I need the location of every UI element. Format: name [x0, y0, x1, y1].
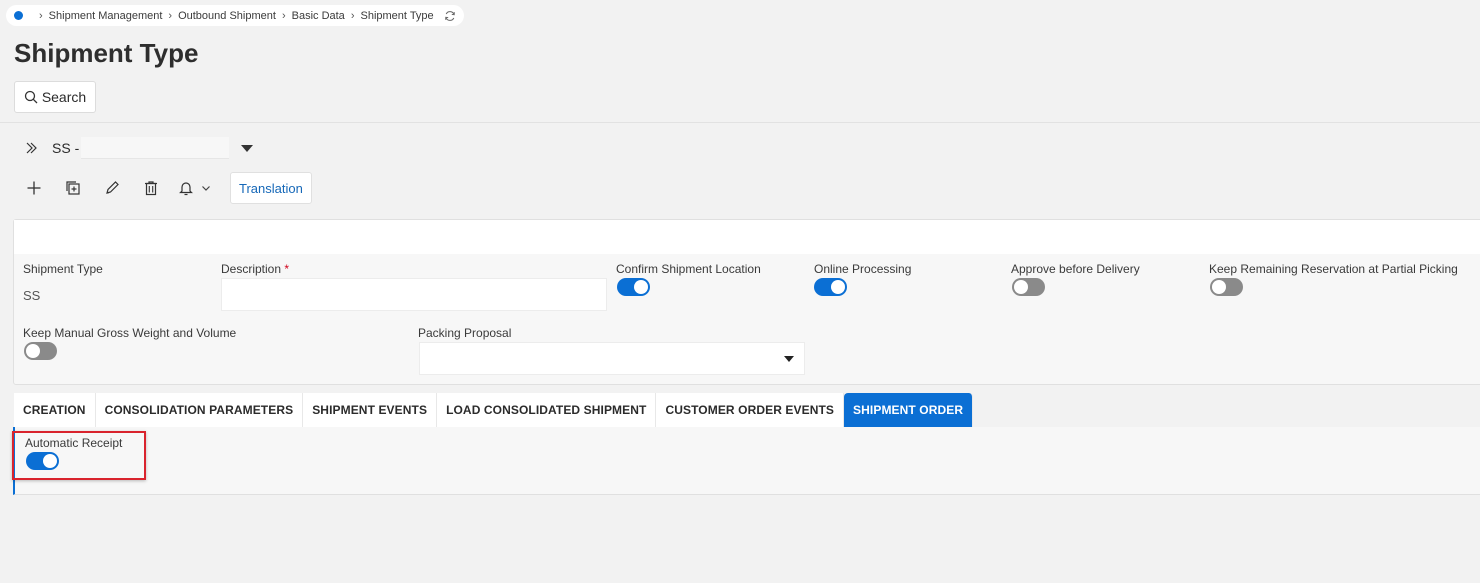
highlight-annotation [12, 431, 146, 480]
refresh-icon[interactable] [444, 10, 456, 22]
breadcrumb: › Shipment Management › Outbound Shipmen… [6, 5, 464, 26]
description-input[interactable] [221, 278, 607, 311]
page-title: Shipment Type [14, 38, 199, 68]
chevron-right-icon: › [39, 9, 43, 22]
translation-button[interactable]: Translation [230, 172, 312, 204]
duplicate-button[interactable] [61, 176, 85, 200]
keep-manual-gross-weight-toggle[interactable] [24, 342, 57, 360]
toggle-knob [1212, 280, 1226, 294]
duplicate-icon [66, 181, 80, 195]
command-toolbar: Translation [22, 172, 312, 204]
card-header [14, 220, 1480, 254]
search-icon [24, 90, 38, 104]
confirm-shipment-location-label: Confirm Shipment Location [616, 262, 761, 276]
chevron-down-icon [202, 186, 210, 191]
breadcrumb-item-basic-data[interactable]: Basic Data [292, 10, 345, 22]
online-processing-label: Online Processing [814, 262, 912, 276]
tab-consolidation-parameters[interactable]: CONSOLIDATION PARAMETERS [95, 393, 304, 427]
plus-icon [27, 181, 41, 195]
tab-creation[interactable]: CREATION [14, 393, 96, 427]
confirm-shipment-location-toggle[interactable] [617, 278, 650, 296]
double-chevron-right-icon[interactable] [24, 141, 38, 155]
keep-manual-gross-weight-label: Keep Manual Gross Weight and Volume [23, 326, 237, 340]
packing-proposal-label: Packing Proposal [418, 326, 512, 340]
toggle-knob [831, 280, 845, 294]
chevron-right-icon: › [168, 9, 173, 22]
notifications-button[interactable] [178, 180, 212, 196]
detail-tabs: CREATION CONSOLIDATION PARAMETERS SHIPME… [14, 393, 974, 427]
approve-before-delivery-toggle[interactable] [1012, 278, 1045, 296]
record-description [81, 137, 230, 159]
pencil-icon [106, 181, 119, 194]
breadcrumb-item-outbound-shipment[interactable]: Outbound Shipment [178, 10, 276, 22]
tab-load-consolidated-shipment[interactable]: LOAD CONSOLIDATED SHIPMENT [437, 393, 657, 427]
shipment-order-panel: Automatic Receipt [13, 427, 1480, 495]
chevron-right-icon: › [281, 9, 286, 22]
shipment-type-value: SS [23, 288, 41, 303]
record-selector: SS - [24, 136, 254, 160]
keep-remaining-reservation-label: Keep Remaining Reservation at Partial Pi… [1209, 262, 1458, 276]
tab-shipment-events[interactable]: SHIPMENT EVENTS [303, 393, 438, 427]
trash-icon [145, 181, 157, 196]
breadcrumb-item-shipment-type: Shipment Type [360, 9, 434, 22]
breadcrumb-item-shipment-management[interactable]: Shipment Management [49, 10, 163, 22]
search-button-label: Search [41, 89, 87, 105]
caret-down-icon [784, 356, 794, 362]
packing-proposal-select[interactable] [419, 342, 805, 375]
toggle-knob [26, 344, 40, 358]
tab-shipment-order[interactable]: SHIPMENT ORDER [844, 393, 974, 427]
divider [0, 122, 1480, 123]
shipment-type-label: Shipment Type [23, 262, 103, 276]
home-icon[interactable] [14, 11, 23, 20]
toggle-knob [634, 280, 648, 294]
keep-remaining-reservation-toggle[interactable] [1210, 278, 1243, 296]
record-id: SS - [52, 140, 80, 156]
delete-button[interactable] [139, 176, 163, 200]
required-marker: * [284, 262, 290, 276]
toggle-knob [1014, 280, 1028, 294]
add-button[interactable] [22, 176, 46, 200]
tab-customer-order-events[interactable]: CUSTOMER ORDER EVENTS [656, 393, 845, 427]
approve-before-delivery-label: Approve before Delivery [1011, 262, 1140, 276]
edit-button[interactable] [100, 176, 124, 200]
description-label: Description * [221, 262, 290, 276]
chevron-right-icon: › [350, 9, 355, 22]
online-processing-toggle[interactable] [814, 278, 847, 296]
search-button[interactable]: Search [14, 81, 96, 113]
caret-down-icon[interactable] [241, 144, 254, 152]
bell-icon [179, 182, 193, 196]
shipment-type-form: Shipment Type SS Description * Confirm S… [13, 219, 1480, 385]
